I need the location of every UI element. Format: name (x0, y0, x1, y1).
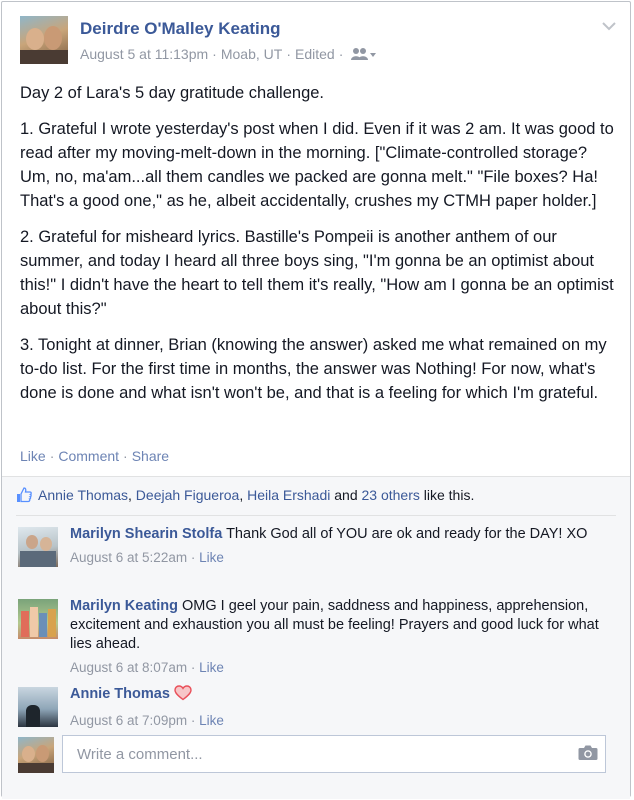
avatar[interactable] (18, 737, 54, 773)
edited-label[interactable]: Edited (295, 46, 335, 62)
comment-like-link[interactable]: Like (199, 713, 224, 728)
comment-like-link[interactable]: Like (199, 660, 224, 675)
comment-link[interactable]: Comment (58, 448, 119, 464)
thumbs-up-icon (16, 487, 32, 506)
comment-composer (18, 735, 614, 779)
feedback-panel: Annie Thomas, Deejah Figueroa, Heila Ers… (2, 476, 630, 799)
avatar[interactable] (18, 527, 58, 567)
author-avatar[interactable] (20, 16, 68, 64)
post-body: Day 2 of Lara's 5 day gratitude challeng… (20, 81, 618, 417)
likes-summary: Annie Thomas, Deejah Figueroa, Heila Ers… (16, 487, 474, 506)
post-paragraph: 2. Grateful for misheard lyrics. Bastill… (20, 228, 614, 318)
post-actions: Like · Comment · Share (20, 448, 170, 464)
share-link[interactable]: Share (132, 448, 169, 464)
others-link[interactable]: 23 others (362, 487, 420, 503)
liker-name[interactable]: Heila Ershadi (247, 487, 330, 503)
chevron-down-icon[interactable] (602, 18, 616, 36)
post-paragraph: 3. Tonight at dinner, Brian (knowing the… (20, 336, 607, 402)
comment-timestamp[interactable]: August 6 at 8:07am (70, 660, 187, 675)
comment-input[interactable] (62, 735, 606, 773)
post-meta: August 5 at 11:13pm · Moab, UT · Edited · (80, 46, 377, 64)
commenter-name[interactable]: Marilyn Keating (70, 598, 178, 614)
post-paragraph: 1. Grateful I wrote yesterday's post whe… (20, 120, 614, 210)
author-name[interactable]: Deirdre O'Malley Keating (80, 19, 281, 39)
comment-text: Thank God all of YOU are ok and ready fo… (226, 526, 588, 542)
post-paragraph: Day 2 of Lara's 5 day gratitude challeng… (20, 84, 325, 102)
post-location[interactable]: Moab, UT (221, 46, 282, 62)
liker-name[interactable]: Deejah Figueroa (136, 487, 240, 503)
liker-name[interactable]: Annie Thomas (38, 487, 128, 503)
avatar[interactable] (18, 599, 58, 639)
like-link[interactable]: Like (20, 448, 46, 464)
commenter-name[interactable]: Marilyn Shearin Stolfa (70, 526, 222, 542)
commenter-name[interactable]: Annie Thomas (70, 686, 170, 702)
heart-icon (174, 685, 192, 707)
comment-like-link[interactable]: Like (199, 550, 224, 565)
comment-timestamp[interactable]: August 6 at 7:09pm (70, 713, 187, 728)
comment-timestamp[interactable]: August 6 at 5:22am (70, 550, 187, 565)
avatar[interactable] (18, 687, 58, 727)
post-card: Deirdre O'Malley Keating August 5 at 11:… (1, 1, 631, 799)
friends-icon[interactable] (351, 47, 377, 64)
divider (16, 515, 616, 516)
post-header: Deirdre O'Malley Keating August 5 at 11:… (20, 16, 620, 68)
camera-icon[interactable] (578, 744, 598, 766)
post-timestamp[interactable]: August 5 at 11:13pm (80, 46, 208, 62)
